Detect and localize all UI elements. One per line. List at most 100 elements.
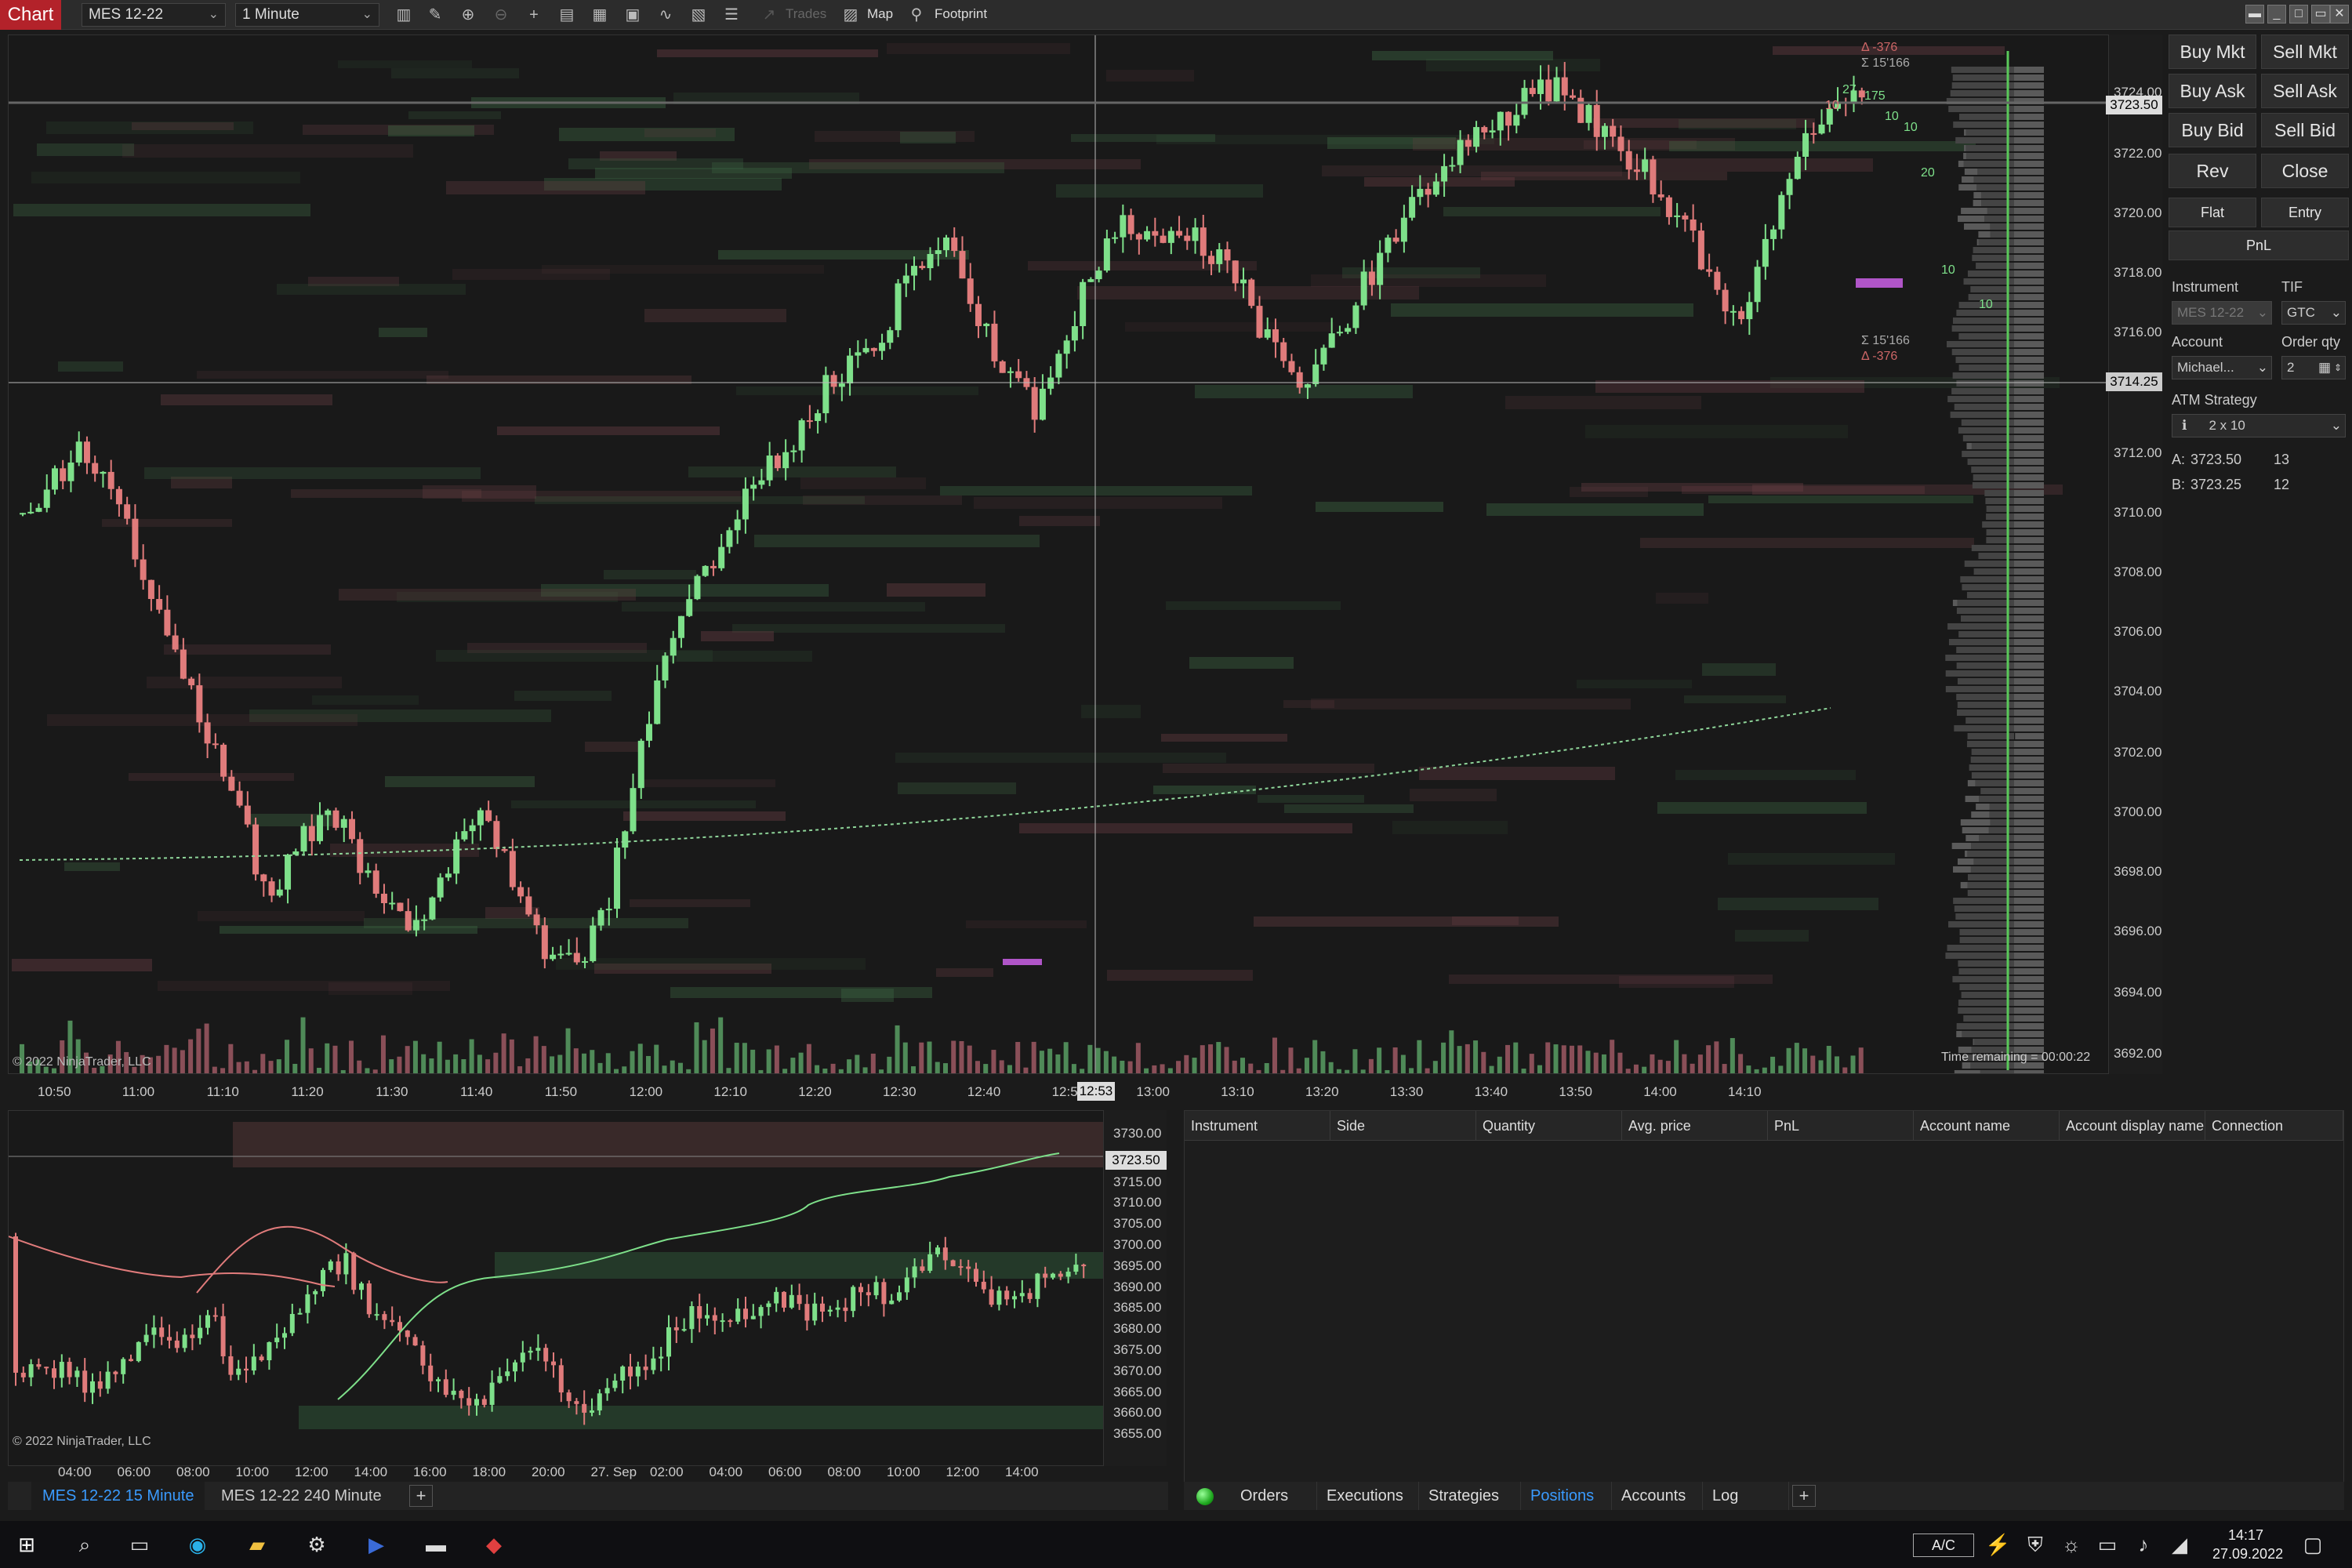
indicators-icon[interactable]: ∿ xyxy=(655,5,676,25)
windows-start-icon[interactable]: ⊞ xyxy=(14,1532,39,1557)
main-price-axis[interactable] xyxy=(2109,34,2162,1074)
candle-body xyxy=(124,504,131,519)
trades-toggle[interactable]: Trades xyxy=(786,6,826,22)
network-icon[interactable]: ◢ xyxy=(2167,1532,2192,1557)
chart-title-badge[interactable]: Chart xyxy=(0,0,61,30)
tab-executions[interactable]: Executions xyxy=(1317,1482,1419,1510)
flat-button[interactable]: Flat xyxy=(2169,198,2256,227)
calculator-icon[interactable]: ▦ xyxy=(2318,357,2331,379)
entry-button[interactable]: Entry xyxy=(2261,198,2349,227)
tab-orders[interactable]: Orders xyxy=(1231,1482,1317,1510)
volume-bar xyxy=(975,1061,980,1073)
defender-icon[interactable]: ⛨ xyxy=(2023,1532,2048,1557)
sell-bid-button[interactable]: Sell Bid xyxy=(2261,113,2349,147)
maximize-icon[interactable]: □ xyxy=(2289,5,2308,24)
footprint-toggle[interactable]: Footprint xyxy=(935,6,987,22)
tab-log[interactable]: Log xyxy=(1703,1482,1789,1510)
tab-240-minute[interactable]: MES 12-22 240 Minute xyxy=(210,1482,393,1510)
account-select[interactable]: Michael... ⌄ xyxy=(2172,356,2272,379)
candle-body xyxy=(710,565,717,568)
reverse-button[interactable]: Rev xyxy=(2169,154,2256,188)
task-view-icon[interactable]: ▭ xyxy=(127,1532,152,1557)
column-quantity[interactable]: Quantity xyxy=(1476,1111,1622,1141)
instrument-selector[interactable]: MES 12-22 ⌄ xyxy=(82,3,226,27)
buy-market-button[interactable]: Buy Mkt xyxy=(2169,34,2256,69)
main-price-chart[interactable] xyxy=(8,34,2109,1074)
volume-bar xyxy=(1264,1062,1269,1073)
tray-app-icon[interactable]: ⚡ xyxy=(1985,1532,2010,1557)
atm-strategy-select[interactable]: ℹ 2 x 10 ⌄ xyxy=(2172,414,2346,437)
spinner-icon[interactable]: ⇕ xyxy=(2334,357,2342,379)
battery-icon[interactable]: ▭ xyxy=(2095,1532,2120,1557)
close-button[interactable]: Close xyxy=(2261,154,2349,188)
list-icon[interactable]: ☰ xyxy=(721,5,742,25)
data-box-icon[interactable]: ▧ xyxy=(688,5,709,25)
liquidity-band xyxy=(147,677,342,688)
info-icon[interactable]: ℹ xyxy=(2182,418,2187,433)
search-icon[interactable]: ⌕ xyxy=(72,1532,97,1557)
powershell-icon[interactable]: ▶ xyxy=(364,1532,389,1557)
zoom-in-icon[interactable]: ⊕ xyxy=(458,5,478,25)
volume-icon[interactable]: ♪ xyxy=(2131,1532,2156,1557)
liquidity-band xyxy=(1081,705,1141,718)
secondary-chart-15min[interactable] xyxy=(8,1110,1104,1466)
tif-select[interactable]: GTC ⌄ xyxy=(2281,301,2346,325)
candle-body xyxy=(806,420,813,423)
clock-date[interactable]: 27.09.2022 xyxy=(2212,1546,2283,1563)
keyboard-layout[interactable]: A/C xyxy=(1913,1534,1974,1557)
properties-icon[interactable]: ▤ xyxy=(557,5,577,25)
volume-profile-bar xyxy=(1963,278,2014,285)
bars-icon[interactable]: ▥ xyxy=(394,5,414,25)
sell-market-button[interactable]: Sell Mkt xyxy=(2261,34,2349,69)
crosshair-icon[interactable]: + xyxy=(524,5,544,25)
column-pnl[interactable]: PnL xyxy=(1768,1111,1914,1141)
footprint-icon[interactable]: ⚲ xyxy=(906,5,927,25)
clock-time[interactable]: 14:17 xyxy=(2228,1527,2263,1544)
tradingview-icon[interactable]: ▬ xyxy=(423,1532,448,1557)
tile-icon[interactable]: ▬ xyxy=(2245,5,2264,24)
trades-icon[interactable]: ↗ xyxy=(759,5,779,25)
column-instrument[interactable]: Instrument xyxy=(1185,1111,1330,1141)
candle-body xyxy=(935,250,942,254)
column-side[interactable]: Side xyxy=(1330,1111,1476,1141)
tab-15-minute[interactable]: MES 12-22 15 Minute xyxy=(31,1482,205,1510)
volume-bar xyxy=(1529,1054,1534,1073)
app-icon[interactable]: ⚙ xyxy=(304,1532,329,1557)
sell-ask-button[interactable]: Sell Ask xyxy=(2261,74,2349,108)
minimize-icon[interactable]: _ xyxy=(2267,5,2286,24)
strategies-icon[interactable]: ▣ xyxy=(622,5,643,25)
candle-body xyxy=(1127,215,1134,234)
candle-body xyxy=(1224,249,1231,261)
order-qty-stepper[interactable]: 2 ▦ ⇕ xyxy=(2281,356,2346,379)
map-toggle[interactable]: Map xyxy=(867,6,893,22)
add-tab-button[interactable]: + xyxy=(409,1485,433,1507)
volume-bar xyxy=(445,1059,450,1073)
tab-positions[interactable]: Positions xyxy=(1521,1482,1612,1510)
ninjatrader-icon[interactable]: ◆ xyxy=(481,1532,506,1557)
positions-grid[interactable]: Instrument Side Quantity Avg. price PnL … xyxy=(1184,1110,2344,1483)
restore-icon[interactable]: ▭ xyxy=(2311,5,2330,24)
templates-icon[interactable]: ▦ xyxy=(590,5,610,25)
add-tab-button[interactable]: + xyxy=(1792,1485,1816,1507)
buy-ask-button[interactable]: Buy Ask xyxy=(2169,74,2256,108)
buy-bid-button[interactable]: Buy Bid xyxy=(2169,113,2256,147)
column-account-display-name[interactable]: Account display name xyxy=(2060,1111,2205,1141)
zoom-out-icon[interactable]: ⊖ xyxy=(491,5,511,25)
pencil-icon[interactable]: ✎ xyxy=(425,5,445,25)
liquidity-band xyxy=(585,742,641,752)
notifications-icon[interactable]: ▢ xyxy=(2300,1532,2325,1557)
tab-accounts[interactable]: Accounts xyxy=(1612,1482,1703,1510)
interval-selector[interactable]: 1 Minute ⌄ xyxy=(235,3,379,27)
tab-strategies[interactable]: Strategies xyxy=(1419,1482,1521,1510)
file-explorer-icon[interactable]: ▰ xyxy=(245,1532,270,1557)
column-connection[interactable]: Connection xyxy=(2205,1111,2343,1141)
close-icon[interactable]: ✕ xyxy=(2330,5,2349,24)
edge-browser-icon[interactable]: ◉ xyxy=(185,1532,210,1557)
volume-bar xyxy=(967,1045,972,1073)
candle-body xyxy=(305,1294,310,1313)
volume-bar xyxy=(1697,1054,1703,1073)
column-avg-price[interactable]: Avg. price xyxy=(1622,1111,1768,1141)
column-account-name[interactable]: Account name xyxy=(1914,1111,2060,1141)
map-icon[interactable]: ▨ xyxy=(840,5,861,25)
brightness-icon[interactable]: ☼ xyxy=(2059,1532,2084,1557)
